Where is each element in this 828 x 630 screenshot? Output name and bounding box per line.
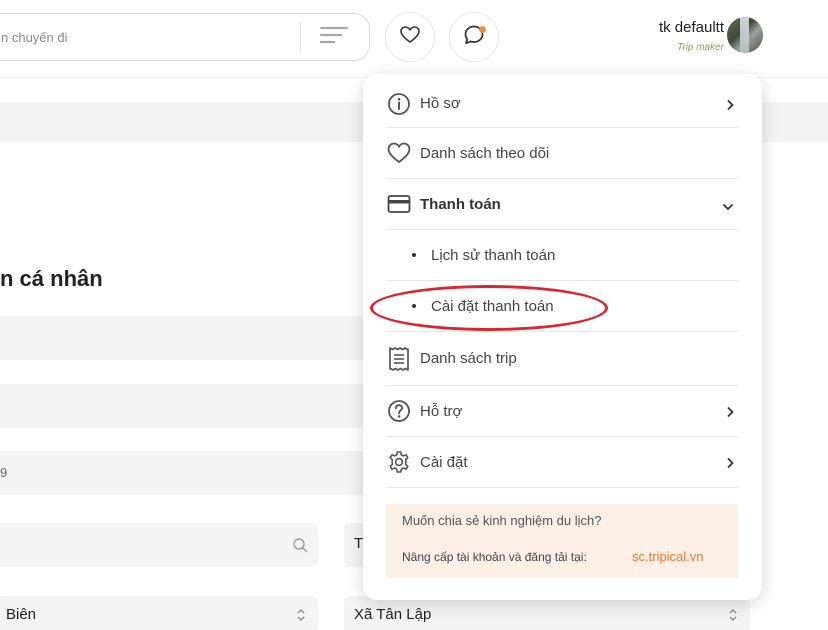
partial-right-label: T — [354, 535, 364, 552]
menu-item-label: Cài đặt — [420, 453, 468, 471]
search-divider — [300, 22, 301, 52]
menu-item-support[interactable]: Hỗ trợ — [386, 386, 738, 437]
avatar[interactable] — [727, 17, 763, 53]
search-icon — [292, 537, 308, 558]
menu-item-label: Hỗ trợ — [420, 402, 463, 420]
submenu-item-label: Lịch sử thanh toán — [431, 246, 556, 264]
chat-button[interactable] — [449, 12, 499, 62]
profile-field-1[interactable] — [0, 316, 380, 360]
chevron-right-icon — [726, 405, 734, 423]
profile-field-value: 9 — [0, 465, 8, 480]
credit-card-icon — [386, 191, 412, 217]
bullet — [412, 253, 416, 257]
upgrade-promo: Muốn chia sẻ kinh nghiệm du lịch? Nâng c… — [386, 504, 738, 578]
district-select-value: Biên — [6, 606, 37, 623]
menu-item-watchlist[interactable]: Danh sách theo dõi — [386, 128, 738, 179]
promo-link[interactable]: sc.tripical.vn — [632, 549, 704, 564]
menu-item-profile[interactable]: Hồ sơ — [386, 80, 738, 128]
menu-item-payment[interactable]: Thanh toán — [386, 179, 738, 230]
heart-icon — [386, 140, 412, 166]
promo-question: Muốn chia sẻ kinh nghiệm du lịch? — [402, 513, 602, 528]
page-title: n cá nhân — [0, 266, 103, 291]
gear-icon — [386, 449, 412, 475]
updown-chevron-icon — [728, 608, 738, 626]
chevron-right-icon — [726, 98, 734, 116]
user-role: Trip maker — [676, 42, 724, 53]
menu-item-label: Hồ sơ — [420, 95, 461, 112]
chevron-down-icon — [722, 198, 734, 216]
promo-text: Nâng cấp tài khoản và đăng tải tại: — [402, 550, 587, 564]
menu-item-label: Danh sách theo dõi — [420, 144, 550, 162]
account-dropdown: Hồ sơ Danh sách theo dõi Thanh toán Lịch… — [363, 74, 762, 600]
submenu-item-payment-history[interactable]: Lịch sử thanh toán — [386, 230, 738, 281]
top-header: tk defaultt Trip maker — [0, 0, 828, 78]
menu-item-trips[interactable]: Danh sách trip — [386, 332, 738, 386]
profile-field-3[interactable]: 9 — [0, 451, 380, 495]
receipt-icon — [386, 346, 412, 372]
profile-field-2[interactable] — [0, 384, 380, 428]
menu-item-settings[interactable]: Cài đặt — [386, 437, 738, 488]
chevron-right-icon — [726, 456, 734, 474]
favorites-button[interactable] — [385, 12, 435, 62]
info-icon — [386, 91, 412, 117]
user-name[interactable]: tk defaultt — [600, 19, 724, 36]
district-select[interactable]: Biên — [0, 596, 318, 630]
search-input[interactable] — [1, 14, 261, 60]
help-icon — [386, 398, 412, 424]
highlight-ring — [370, 285, 608, 331]
updown-chevron-icon — [296, 608, 306, 626]
address-search-field[interactable] — [0, 523, 318, 567]
menu-item-label: Danh sách trip — [420, 350, 517, 367]
filter-button[interactable] — [311, 19, 357, 55]
menu-item-label: Thanh toán — [420, 195, 501, 213]
notification-dot — [479, 26, 486, 33]
search-bar — [0, 13, 370, 61]
filter-lines-icon — [319, 24, 349, 51]
ward-select[interactable]: Xã Tân Lập — [344, 596, 750, 630]
ward-select-value: Xã Tân Lập — [354, 606, 432, 623]
heart-icon — [400, 25, 420, 49]
